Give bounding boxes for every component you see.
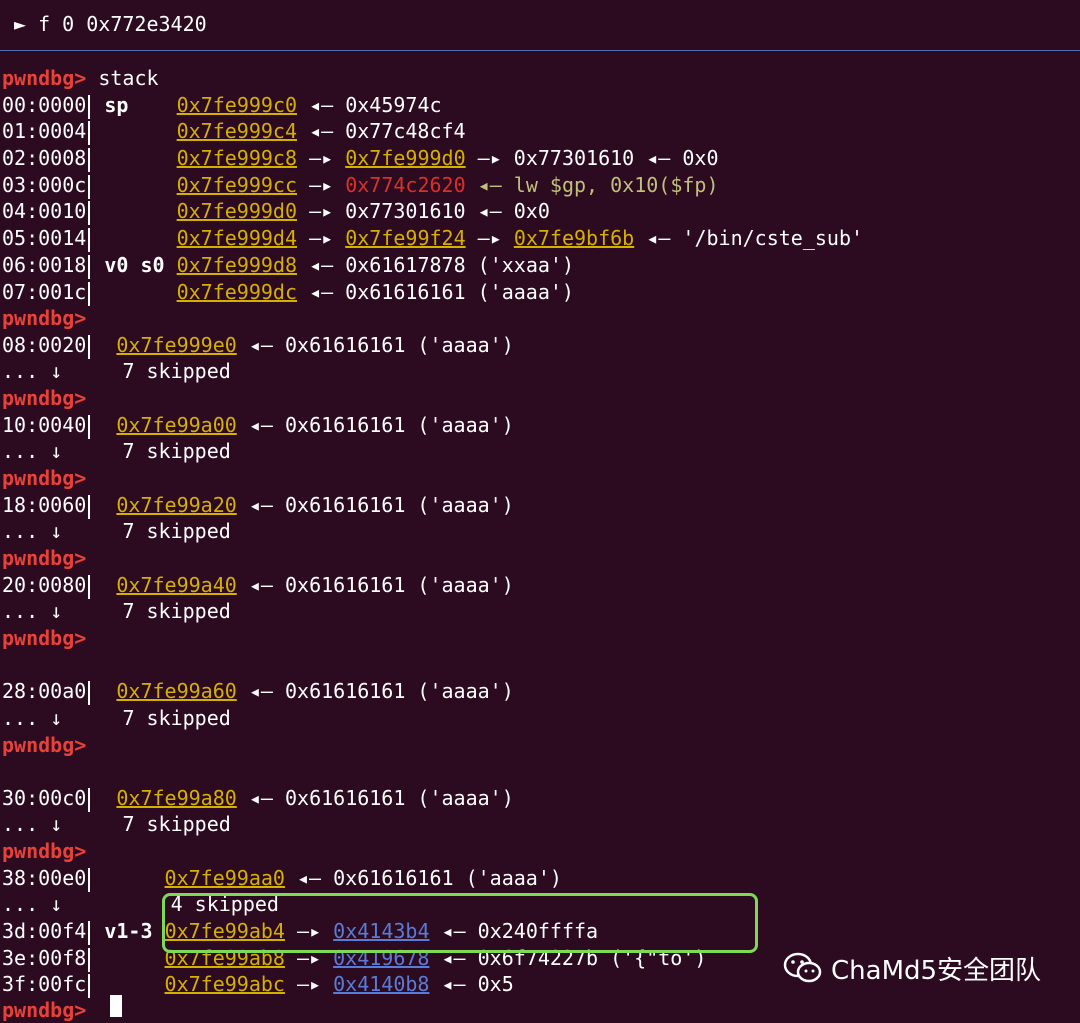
- stack-address[interactable]: 0x7fe999dc: [177, 280, 297, 304]
- stack-line: 02:0008 0x7fe999c8 —▸ 0x7fe999d0 —▸ 0x77…: [2, 146, 719, 172]
- prompt: pwndbg>: [2, 546, 87, 570]
- stack-line: 28:00a0 0x7fe99a60 ◂— 0x61616161 ('aaaa'…: [2, 679, 514, 705]
- prompt: pwndbg>: [2, 733, 87, 757]
- skipped-line: ... ↓ 7 skipped: [2, 812, 231, 836]
- stack-address[interactable]: 0x7fe99a60: [116, 679, 236, 703]
- stack-address[interactable]: 0x7fe999d0: [177, 199, 297, 223]
- stack-line: 10:0040 0x7fe99a00 ◂— 0x61616161 ('aaaa'…: [2, 413, 514, 439]
- stack-line: 38:00e0 0x7fe99aa0 ◂— 0x61616161 ('aaaa'…: [2, 866, 562, 892]
- stack-line: 3f:00fc 0x7fe99abc —▸ 0x4140b8 ◂— 0x5: [2, 972, 514, 998]
- prompt: pwndbg>: [2, 998, 87, 1022]
- prompt: pwndbg>: [2, 626, 87, 650]
- wechat-icon: [783, 952, 822, 983]
- stack-line: 01:0004 0x7fe999c4 ◂— 0x77c48cf4: [2, 119, 466, 145]
- stack-line: 30:00c0 0x7fe99a80 ◂— 0x61616161 ('aaaa'…: [2, 786, 514, 812]
- stack-address[interactable]: 0x7fe99f24: [345, 226, 465, 250]
- stack-address[interactable]: 0x7fe999e0: [116, 333, 236, 357]
- stack-line: 08:0020 0x7fe999e0 ◂— 0x61616161 ('aaaa'…: [2, 333, 514, 359]
- frame-text: f 0 0x772e3420: [38, 12, 207, 36]
- stack-address[interactable]: 0x7fe99a20: [116, 493, 236, 517]
- stack-address[interactable]: 0x7fe99a40: [116, 573, 236, 597]
- command-text: stack: [98, 66, 159, 90]
- stack-address[interactable]: 0x7fe999d4: [177, 226, 297, 250]
- watermark: ChaMd5安全团队: [783, 950, 1041, 986]
- prompt: pwndbg>: [2, 306, 87, 330]
- stack-address[interactable]: 0x7fe9bf6b: [514, 226, 634, 250]
- skipped-line: ... ↓ 7 skipped: [2, 599, 231, 623]
- prompt: pwndbg>: [2, 466, 87, 490]
- skipped-line: ... ↓ 7 skipped: [2, 359, 231, 383]
- skipped-line: ... ↓ 7 skipped: [2, 439, 231, 463]
- command-line: pwndbg> stack: [2, 66, 159, 90]
- frame-marker-icon: ►: [14, 12, 27, 36]
- stack-address[interactable]: 0x7fe99a00: [116, 413, 236, 437]
- code-address: 0x774c2620: [345, 173, 466, 197]
- frame-line: ► f 0 0x772e3420: [14, 12, 207, 36]
- skipped-line: ... ↓ 7 skipped: [2, 519, 231, 543]
- stack-address[interactable]: 0x7fe99a80: [116, 786, 236, 810]
- highlight-box: [162, 893, 758, 953]
- frame-bar: ► f 0 0x772e3420: [0, 0, 1080, 51]
- stack-address[interactable]: 0x7fe999cc: [177, 173, 297, 197]
- text-cursor: [110, 995, 122, 1017]
- stack-address[interactable]: 0x7fe999d8: [177, 253, 297, 277]
- stack-line: 00:0000 sp 0x7fe999c0 ◂— 0x45974c: [2, 93, 442, 119]
- stack-line: 18:0060 0x7fe99a20 ◂— 0x61616161 ('aaaa'…: [2, 493, 514, 519]
- prompt: pwndbg>: [2, 839, 87, 863]
- stack-address[interactable]: 0x7fe99aa0: [165, 866, 285, 890]
- stack-line: 07:001c 0x7fe999dc ◂— 0x61616161 ('aaaa'…: [2, 280, 574, 306]
- skipped-line: ... ↓ 7 skipped: [2, 706, 231, 730]
- code-address[interactable]: 0x4140b8: [333, 972, 429, 996]
- stack-line: 20:0080 0x7fe99a40 ◂— 0x61616161 ('aaaa'…: [2, 573, 514, 599]
- stack-line: 04:0010 0x7fe999d0 —▸ 0x77301610 ◂— 0x0: [2, 199, 550, 225]
- stack-address[interactable]: 0x7fe99abc: [165, 972, 285, 996]
- watermark-text: ChaMd5安全团队: [831, 955, 1042, 986]
- stack-line: 05:0014 0x7fe999d4 —▸ 0x7fe99f24 —▸ 0x7f…: [2, 226, 864, 252]
- stack-address[interactable]: 0x7fe999c8: [177, 146, 297, 170]
- stack-address[interactable]: 0x7fe999c0: [177, 93, 297, 117]
- stack-address[interactable]: 0x7fe999c4: [177, 119, 297, 143]
- prompt: pwndbg>: [2, 386, 87, 410]
- stack-address[interactable]: 0x7fe999d0: [345, 146, 465, 170]
- stack-line: 06:0018 v0 s0 0x7fe999d8 ◂— 0x61617878 (…: [2, 253, 574, 279]
- stack-line: 03:000c 0x7fe999cc —▸ 0x774c2620 ◂— lw $…: [2, 173, 719, 199]
